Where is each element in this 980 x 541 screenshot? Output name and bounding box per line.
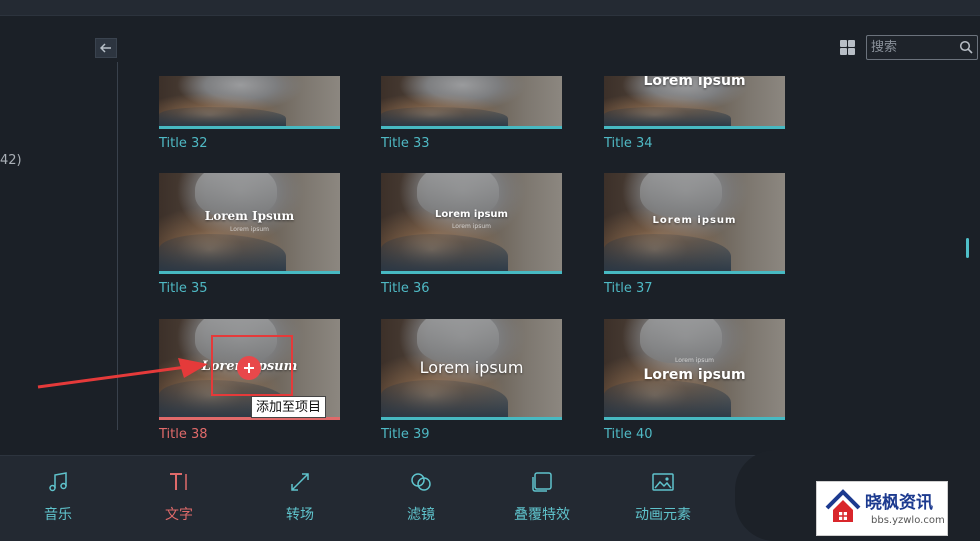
search-input[interactable]: [867, 36, 957, 59]
nav-label: 转场: [286, 507, 314, 523]
thumbnail-text: Lorem Ipsum: [204, 209, 295, 223]
title-template-40[interactable]: Lorem ipsum Lorem ipsum Title 40: [604, 319, 785, 442]
title-template-33[interactable]: Title 33: [381, 76, 562, 151]
tile-title: Title 34: [604, 136, 653, 151]
tile-title: Title 35: [159, 281, 208, 296]
thumbnail-text: Lorem ipsum: [435, 209, 508, 220]
add-to-project-button[interactable]: [237, 356, 261, 380]
tile-title: Title 37: [604, 281, 653, 296]
tile-bar: [159, 271, 340, 274]
nav-label: 文字: [165, 507, 193, 523]
tile-title: Title 39: [381, 427, 430, 442]
scrollbar-thumb[interactable]: [966, 238, 969, 258]
title-template-34[interactable]: Lorem ipsum Title 34: [604, 76, 785, 151]
annotation-arrow: [37, 358, 208, 389]
tile-bar: [381, 271, 562, 274]
search-box[interactable]: [866, 35, 978, 60]
nav-filter[interactable]: 滤镜: [381, 470, 461, 524]
thumbnail: Lorem ipsum: [604, 173, 785, 271]
nav-transition[interactable]: 转场: [260, 470, 340, 524]
elements-icon: [652, 473, 674, 491]
title-template-39[interactable]: Lorem ipsum Title 39: [381, 319, 562, 442]
thumbnail: Lorem ipsum Lorem ipsum: [604, 319, 785, 417]
title-template-36[interactable]: Lorem ipsum Lorem ipsum Title 36: [381, 173, 562, 296]
nav-text[interactable]: 文字: [139, 470, 219, 524]
thumbnail: Lorem Ipsum Lorem ipsum: [159, 173, 340, 271]
tooltip: 添加至项目: [251, 396, 327, 418]
top-bar: [0, 0, 980, 16]
title-template-35[interactable]: Lorem Ipsum Lorem ipsum Title 35: [159, 173, 340, 296]
category-count: 42): [0, 153, 22, 168]
grid-view-icon[interactable]: [840, 40, 855, 55]
overlay-icon: [532, 472, 552, 492]
thumbnail: Lorem ipsum: [381, 319, 562, 417]
thumbnail: Lorem ipsum Lorem ipsum: [381, 173, 562, 271]
thumbnail-subtext: Lorem ipsum: [230, 226, 269, 233]
title-template-32[interactable]: Title 32: [159, 76, 340, 151]
nav-label: 叠覆特效: [514, 507, 570, 523]
tile-bar: [159, 126, 340, 129]
tile-bar: [381, 126, 562, 129]
nav-elements[interactable]: 动画元素: [623, 470, 703, 524]
site-watermark: 晓枫资讯 bbs.yzwlo.com: [816, 481, 948, 536]
tile-title: Title 36: [381, 281, 430, 296]
watermark-url: bbs.yzwlo.com: [871, 515, 945, 526]
transition-icon: [291, 473, 309, 491]
house-logo-icon: [825, 489, 861, 522]
thumbnail: [159, 76, 340, 126]
thumbnail-subtext: Lorem ipsum: [452, 223, 491, 230]
thumbnail-text: Lorem ipsum: [419, 358, 524, 377]
nav-music[interactable]: 音乐: [18, 470, 98, 524]
thumbnail-subtext: Lorem ipsum: [675, 357, 714, 364]
tile-title: Title 38: [159, 427, 208, 442]
tile-bar: [604, 126, 785, 129]
music-icon: [49, 472, 67, 492]
collapse-panel-button[interactable]: [95, 38, 117, 58]
tile-bar: [604, 417, 785, 420]
watermark-title: 晓枫资讯: [865, 493, 933, 513]
text-icon: [170, 473, 187, 490]
tile-bar: [381, 417, 562, 420]
tile-title: Title 32: [159, 136, 208, 151]
tile-bar: [604, 271, 785, 274]
tile-title: Title 33: [381, 136, 430, 151]
nav-label: 滤镜: [407, 507, 435, 523]
title-template-37[interactable]: Lorem ipsum Title 37: [604, 173, 785, 296]
search-icon[interactable]: [959, 40, 973, 54]
nav-overlay[interactable]: 叠覆特效: [502, 470, 582, 524]
nav-label: 动画元素: [635, 507, 691, 523]
tile-title: Title 40: [604, 427, 653, 442]
nav-label: 音乐: [44, 507, 72, 523]
plus-icon: [244, 363, 254, 373]
thumbnail-text: Lorem ipsum: [643, 367, 746, 383]
thumbnail-text: Lorem ipsum: [652, 215, 737, 226]
thumbnail: Lorem ipsum: [604, 76, 785, 126]
filter-icon: [411, 473, 431, 491]
thumbnail-text: Lorem ipsum: [643, 76, 746, 89]
thumbnail: [381, 76, 562, 126]
arrow-left-icon: [100, 43, 111, 53]
